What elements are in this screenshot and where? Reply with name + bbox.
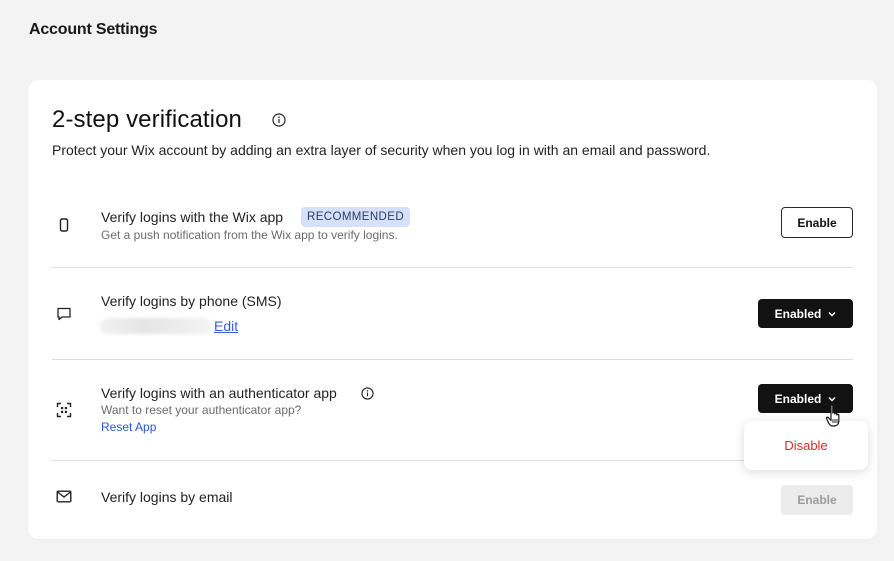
phone-number-redacted <box>100 318 212 334</box>
hand-pointer-icon <box>825 404 840 427</box>
enabled-dropdown-menu: Disable <box>744 421 868 470</box>
phone-icon <box>59 218 69 232</box>
method-title-wix-app: Verify logins with the Wix app <box>101 209 284 225</box>
info-icon[interactable] <box>361 387 374 400</box>
authenticator-enabled-label: Enabled <box>774 391 822 406</box>
divider <box>52 267 853 268</box>
reset-app-link[interactable]: Reset App <box>101 420 156 434</box>
divider <box>52 460 853 461</box>
top-bar: Account Settings <box>0 0 894 63</box>
enable-wix-app-button[interactable]: Enable <box>781 207 853 238</box>
recommended-badge: RECOMMENDED <box>301 207 411 227</box>
chevron-down-icon <box>828 311 836 316</box>
method-subtitle-wix-app: Get a push notification from the Wix app… <box>101 228 398 242</box>
two-step-card: 2-step verification Protect your Wix acc… <box>28 80 877 539</box>
card-title: 2-step verification <box>52 106 242 133</box>
edit-phone-link[interactable]: Edit <box>214 318 238 334</box>
info-icon[interactable] <box>272 113 286 127</box>
mail-icon <box>56 490 72 503</box>
disable-menu-item[interactable]: Disable <box>744 421 868 470</box>
sms-enabled-dropdown-button[interactable]: Enabled <box>758 299 853 328</box>
scan-icon <box>56 402 72 418</box>
page-title: Account Settings <box>29 21 158 38</box>
card-description: Protect your Wix account by adding an ex… <box>52 142 711 158</box>
enable-email-button[interactable]: Enable <box>781 485 853 515</box>
message-icon <box>57 307 71 321</box>
chevron-down-icon <box>828 396 836 401</box>
sms-enabled-label: Enabled <box>774 306 822 321</box>
method-subtitle-authenticator: Want to reset your authenticator app? <box>101 403 302 417</box>
method-title-authenticator: Verify logins with an authenticator app <box>101 385 337 401</box>
method-title-email: Verify logins by email <box>101 489 233 505</box>
method-title-sms: Verify logins by phone (SMS) <box>101 293 282 309</box>
divider <box>52 359 853 360</box>
